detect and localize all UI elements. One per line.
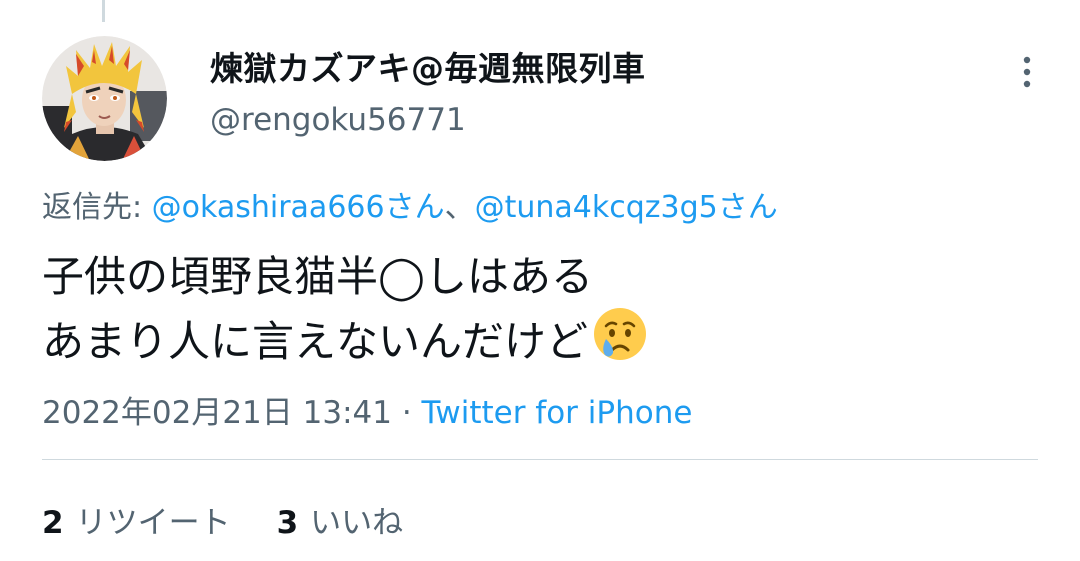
reply-separator: 、 [444, 190, 475, 225]
likes-stat[interactable]: 3 いいね [277, 497, 404, 542]
crying-face-icon [592, 306, 648, 362]
likes-label: いいね [310, 505, 404, 541]
likes-count: 3 [276, 505, 299, 541]
divider [42, 459, 1038, 460]
meta-separator: · [391, 395, 422, 431]
avatar-image [42, 36, 167, 161]
retweets-stat[interactable]: 2 リツイート [42, 497, 231, 542]
retweets-label: リツイート [75, 505, 231, 541]
reply-to-line: 返信先: @okashiraa666さん、@tuna4kcqz3g5さん [42, 182, 778, 226]
tweet-meta: 2022年02月21日 13:41 · Twitter for iPhone [42, 387, 692, 432]
display-name[interactable]: 煉獄カズアキ@毎週無限列車 [210, 42, 646, 90]
thread-connector-line [102, 0, 105, 22]
avatar[interactable] [42, 36, 167, 161]
tweet-line-1: 子供の頃野良猫半◯しはある [42, 252, 594, 301]
user-handle[interactable]: @rengoku56771 [210, 102, 466, 138]
tweet-body: 子供の頃野良猫半◯しはある あまり人に言えないんだけど [42, 248, 648, 371]
tweet-line-2-wrap: あまり人に言えないんだけど [42, 306, 648, 371]
reply-mention-tuna[interactable]: @tuna4kcqz3g5さん [475, 190, 778, 225]
tweet-timestamp[interactable]: 2022年02月21日 13:41 [42, 395, 392, 431]
reply-prefix: 返信先: [42, 190, 152, 225]
tweet-source-link[interactable]: Twitter for iPhone [422, 395, 693, 431]
engagement-stats: 2 リツイート 3 いいね [42, 497, 403, 542]
reply-mention-okashira[interactable]: @okashiraa666さん [152, 190, 445, 225]
retweets-count: 2 [42, 505, 64, 541]
more-options-icon[interactable] [1012, 52, 1042, 92]
tweet-line-2: あまり人に言えないんだけど [42, 317, 589, 366]
